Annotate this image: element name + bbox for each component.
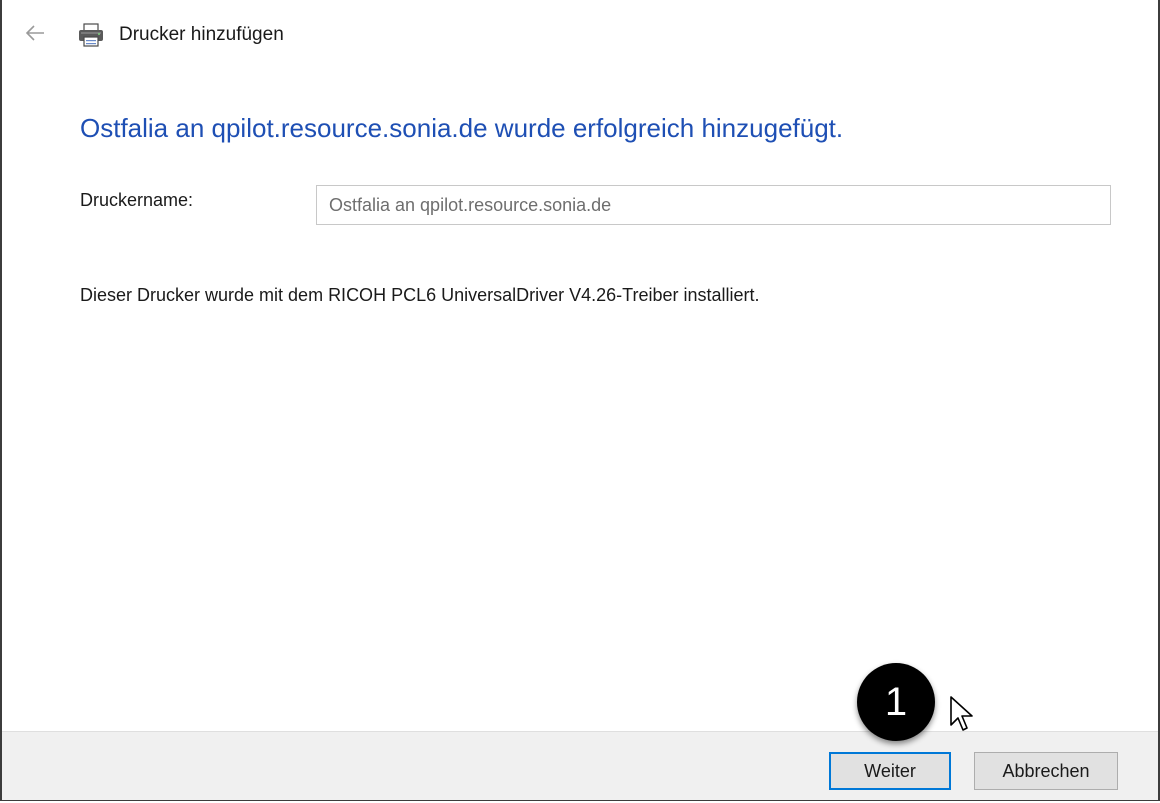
window-title: Drucker hinzufügen bbox=[119, 24, 284, 45]
driver-info-text: Dieser Drucker wurde mit dem RICOH PCL6 … bbox=[80, 285, 760, 305]
step-number-badge: 1 bbox=[857, 663, 935, 741]
success-headline: Ostfalia an qpilot.resource.sonia.de wur… bbox=[80, 113, 844, 143]
back-arrow-icon[interactable] bbox=[24, 22, 46, 44]
printer-icon bbox=[77, 22, 105, 48]
dialog-footer: Weiter Abbrechen bbox=[2, 731, 1158, 800]
dialog-header: Drucker hinzufügen bbox=[2, 0, 1158, 72]
next-button[interactable]: Weiter bbox=[829, 752, 951, 790]
printer-name-input[interactable] bbox=[316, 185, 1111, 225]
printer-name-label: Druckername: bbox=[80, 190, 194, 210]
mouse-pointer-icon bbox=[948, 695, 976, 735]
add-printer-dialog: Drucker hinzufügen Ostfalia an qpilot.re… bbox=[0, 0, 1160, 801]
cancel-button[interactable]: Abbrechen bbox=[974, 752, 1118, 790]
